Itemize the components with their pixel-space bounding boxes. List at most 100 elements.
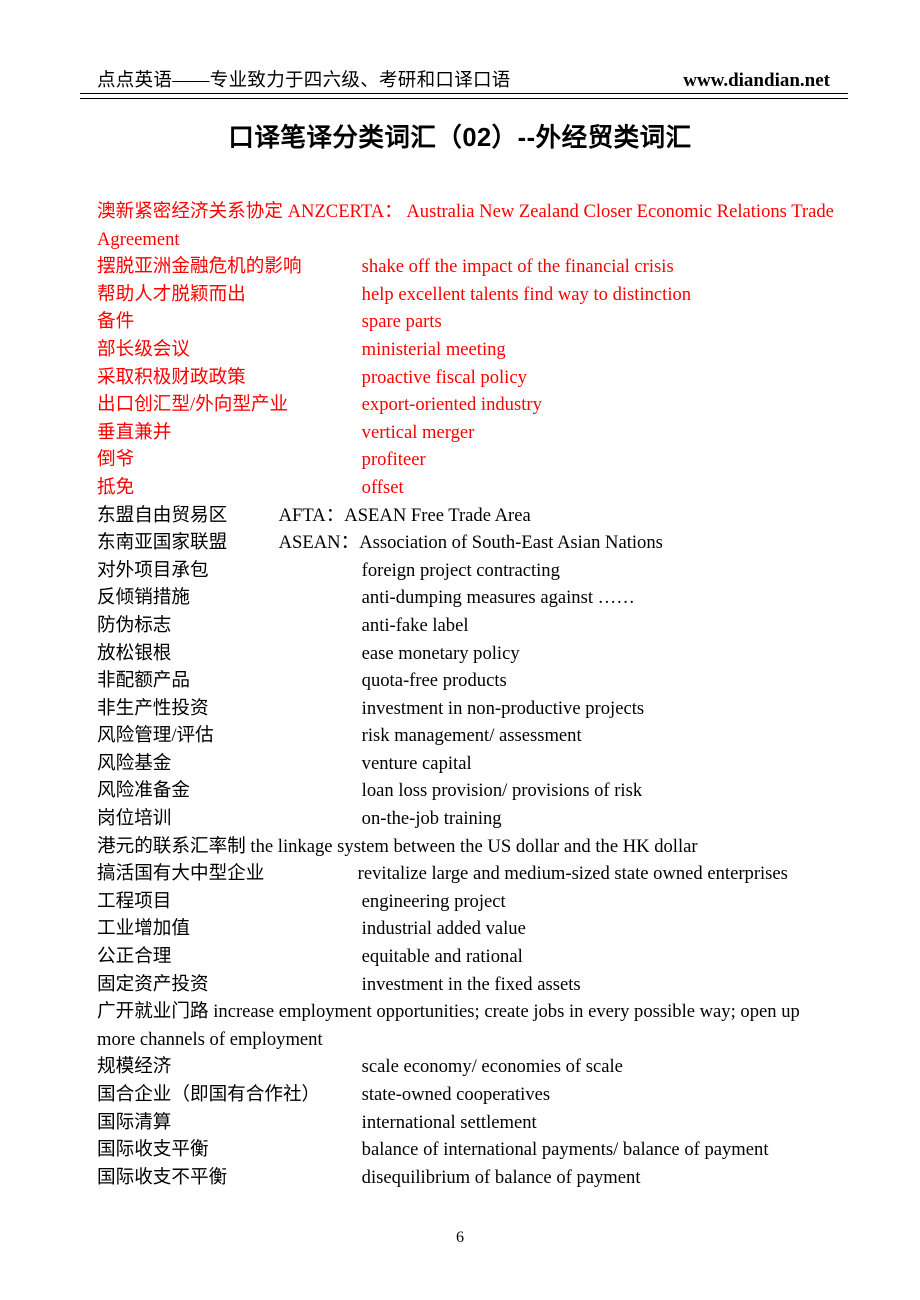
glossary-term: 东盟自由贸易区 [97, 504, 228, 526]
glossary-entry: 工程项目 engineering project [97, 888, 840, 916]
glossary-term: 固定资产投资 [97, 973, 209, 995]
glossary-gloss: state-owned cooperatives [361, 1084, 551, 1105]
glossary-list: 澳新紧密经济关系协定 ANZCERTA： Australia New Zeala… [80, 198, 840, 1191]
glossary-entry: 国合企业（即国有合作社） state-owned cooperatives [97, 1081, 840, 1109]
glossary-entry: 风险基金 venture capital [97, 750, 840, 778]
glossary-term: 对外项目承包 [97, 559, 209, 581]
glossary-term: 国际收支平衡 [97, 1139, 209, 1161]
glossary-gloss: engineering project [361, 890, 506, 912]
glossary-entry: 工业增加值 industrial added value [97, 915, 840, 943]
glossary-gloss: proactive fiscal policy [361, 366, 527, 388]
glossary-gloss: investment in non-productive projects [361, 697, 645, 719]
glossary-gloss: loan loss provision/ provisions of risk [361, 780, 643, 802]
glossary-entry: 倒爷 profiteer [97, 446, 840, 474]
glossary-gloss: quota-free products [361, 670, 507, 692]
glossary-term: 岗位培训 [97, 808, 172, 830]
glossary-entry: 对外项目承包 foreign project contracting [97, 557, 840, 585]
glossary-term: 港元的联系汇率制 [97, 835, 246, 857]
glossary-term: 国合企业（即国有合作社） [97, 1084, 321, 1105]
glossary-term: 反倾销措施 [97, 587, 190, 609]
glossary-entry: 防伪标志 anti-fake label [97, 612, 840, 640]
glossary-entry: 风险管理/评估 risk management/ assessment [97, 722, 840, 750]
glossary-term: 倒爷 [97, 449, 135, 471]
glossary-term: 搞活国有大中型企业 [97, 863, 265, 885]
glossary-entry: 非配额产品 quota-free products [97, 667, 840, 695]
glossary-term: 部长级会议 [97, 338, 190, 360]
glossary-gloss: profiteer [361, 449, 426, 471]
glossary-gloss: foreign project contracting [361, 559, 560, 581]
glossary-entry: 广开就业门路 increase employment opportunities… [97, 998, 840, 1053]
glossary-gloss: spare parts [361, 311, 442, 333]
glossary-term: 帮助人才脱颖而出 [97, 283, 246, 305]
page-footer: 6 [0, 1229, 920, 1247]
glossary-term: 风险管理/评估 [97, 725, 214, 747]
glossary-gloss: anti-dumping measures against …… [361, 587, 635, 609]
glossary-entry: 部长级会议 ministerial meeting [97, 336, 840, 364]
glossary-term: 澳新紧密经济关系协定 ANZCERTA： [97, 201, 403, 222]
glossary-entry: 风险准备金 loan loss provision/ provisions of… [97, 777, 840, 805]
glossary-gloss: scale economy/ economies of scale [361, 1056, 623, 1078]
page-title: 口译笔译分类词汇（02）--外经贸类词汇 [228, 124, 692, 152]
glossary-term: 垂直兼并 [97, 421, 172, 443]
header-site-tagline: 点点英语——专业致力于四六级、考研和口译口语 [97, 71, 511, 91]
glossary-entry: 帮助人才脱颖而出 help excellent talents find way… [97, 281, 840, 309]
glossary-term: 出口创汇型/外向型产业 [97, 394, 289, 416]
glossary-gloss: AFTA：ASEAN Free Trade Area [278, 504, 531, 526]
glossary-gloss: shake off the impact of the financial cr… [361, 256, 674, 278]
glossary-gloss: venture capital [361, 752, 472, 774]
glossary-term: 国际收支不平衡 [97, 1166, 228, 1188]
glossary-gloss: international settlement [361, 1111, 537, 1133]
header-website-url: www.diandian.net [683, 70, 830, 91]
glossary-gloss: export-oriented industry [361, 394, 542, 416]
glossary-term: 风险基金 [97, 752, 172, 774]
glossary-entry: 东盟自由贸易区 AFTA：ASEAN Free Trade Area [97, 502, 840, 530]
glossary-gloss: revitalize large and medium-sized state … [357, 863, 788, 885]
glossary-term: 摆脱亚洲金融危机的影响 [97, 256, 302, 278]
glossary-term: 备件 [97, 311, 135, 333]
glossary-gloss: anti-fake label [361, 614, 469, 636]
glossary-term: 国际清算 [97, 1111, 172, 1133]
glossary-entry: 搞活国有大中型企业 revitalize large and medium-si… [97, 860, 840, 888]
glossary-entry: 岗位培训 on-the-job training [97, 805, 840, 833]
glossary-gloss: investment in the fixed assets [361, 973, 581, 995]
glossary-gloss: ASEAN：Association of South-East Asian Na… [278, 532, 663, 554]
glossary-gloss: balance of international payments/ balan… [361, 1139, 769, 1161]
glossary-gloss: on-the-job training [361, 808, 502, 830]
glossary-entry: 港元的联系汇率制 the linkage system between the … [97, 833, 840, 861]
glossary-term: 工业增加值 [97, 918, 190, 940]
glossary-term: 防伪标志 [97, 614, 172, 636]
glossary-entry: 备件 spare parts [97, 308, 840, 336]
glossary-gloss: offset [361, 476, 404, 498]
glossary-gloss: the linkage system between the US dollar… [250, 835, 698, 857]
glossary-entry: 国际收支不平衡 disequilibrium of balance of pay… [97, 1164, 840, 1192]
glossary-entry: 澳新紧密经济关系协定 ANZCERTA： Australia New Zeala… [97, 198, 840, 253]
glossary-term: 非生产性投资 [97, 697, 209, 719]
glossary-gloss: ease monetary policy [361, 642, 520, 664]
glossary-entry: 规模经济 scale economy/ economies of scale [97, 1053, 840, 1081]
glossary-gloss: industrial added value [361, 918, 526, 940]
glossary-entry: 固定资产投资 investment in the fixed assets [97, 971, 840, 999]
glossary-term: 公正合理 [97, 946, 172, 968]
glossary-term: 抵免 [97, 476, 135, 498]
glossary-gloss: ministerial meeting [361, 338, 506, 360]
glossary-term: 广开就业门路 [97, 1001, 209, 1023]
glossary-term: 规模经济 [97, 1056, 172, 1078]
glossary-entry: 摆脱亚洲金融危机的影响 shake off the impact of the … [97, 253, 840, 281]
glossary-term: 风险准备金 [97, 780, 190, 802]
glossary-entry: 采取积极财政政策 proactive fiscal policy [97, 364, 840, 392]
glossary-gloss: risk management/ assessment [361, 725, 582, 747]
glossary-term: 采取积极财政政策 [97, 366, 246, 388]
glossary-entry: 国际清算 international settlement [97, 1109, 840, 1137]
document-page: 点点英语——专业致力于四六级、考研和口译口语 www.diandian.net … [0, 0, 920, 1300]
glossary-gloss: help excellent talents find way to disti… [361, 283, 692, 305]
glossary-term: 东南亚国家联盟 [97, 532, 228, 554]
glossary-entry: 非生产性投资 investment in non-productive proj… [97, 695, 840, 723]
glossary-entry: 抵免 offset [97, 474, 840, 502]
glossary-entry: 公正合理 equitable and rational [97, 943, 840, 971]
page-number: 6 [456, 1229, 464, 1246]
glossary-entry: 东南亚国家联盟 ASEAN：Association of South-East … [97, 529, 840, 557]
running-header: 点点英语——专业致力于四六级、考研和口译口语 www.diandian.net [80, 0, 848, 99]
glossary-gloss: disequilibrium of balance of payment [361, 1166, 641, 1188]
glossary-entry: 反倾销措施 anti-dumping measures against …… [97, 584, 840, 612]
glossary-entry: 放松银根 ease monetary policy [97, 640, 840, 668]
